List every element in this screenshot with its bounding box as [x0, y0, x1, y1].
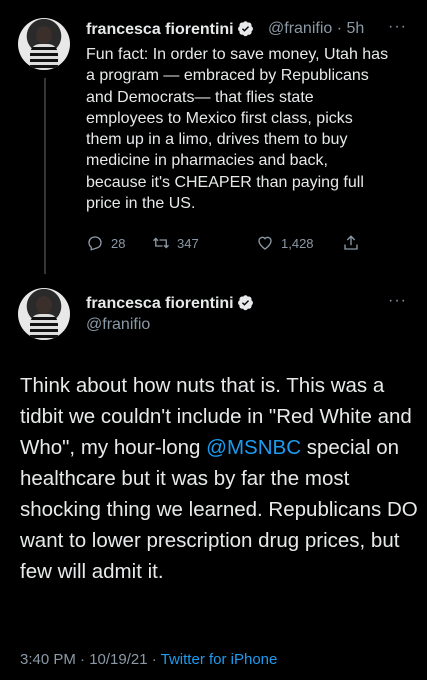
- tweet-text: Think about how nuts that is. This was a…: [20, 374, 418, 583]
- verified-badge-icon: [237, 295, 253, 311]
- verified-badge-icon: [237, 21, 253, 37]
- tweet-actions: 28 347 1,428: [86, 234, 376, 254]
- retweet-count: 347: [177, 235, 199, 251]
- like-button[interactable]: 1,428: [256, 234, 314, 252]
- reply-icon: [88, 236, 102, 251]
- timestamp-link[interactable]: 3:40 PM · 10/19/21 ·: [20, 651, 161, 668]
- mention-link[interactable]: @MSNBC: [206, 436, 301, 459]
- handle[interactable]: @franifio: [86, 316, 150, 334]
- tweet-timestamp: 3:40 PM · 10/19/21 · Twitter for iPhone: [20, 651, 277, 668]
- handle-time[interactable]: @franifio · 5h: [268, 20, 364, 38]
- reply-count: 28: [111, 235, 126, 251]
- source-link[interactable]: Twitter for iPhone: [161, 651, 278, 668]
- like-count: 1,428: [281, 235, 314, 251]
- share-icon: [344, 235, 358, 250]
- more-icon[interactable]: ···: [388, 292, 407, 310]
- retweet-icon: [153, 237, 169, 249]
- like-icon: [258, 236, 272, 250]
- tweet-text: Fun fact: In order to save money, Utah h…: [86, 46, 389, 213]
- reply-button[interactable]: 28: [86, 234, 125, 252]
- thread-line: [44, 78, 46, 274]
- author-name[interactable]: francesca fiorentini: [86, 20, 254, 39]
- more-icon[interactable]: ···: [388, 18, 407, 36]
- avatar[interactable]: [18, 288, 70, 340]
- avatar[interactable]: [18, 18, 70, 70]
- share-button[interactable]: [342, 234, 360, 252]
- author-name[interactable]: francesca fiorentini: [86, 294, 254, 313]
- retweet-button[interactable]: 347: [152, 234, 199, 252]
